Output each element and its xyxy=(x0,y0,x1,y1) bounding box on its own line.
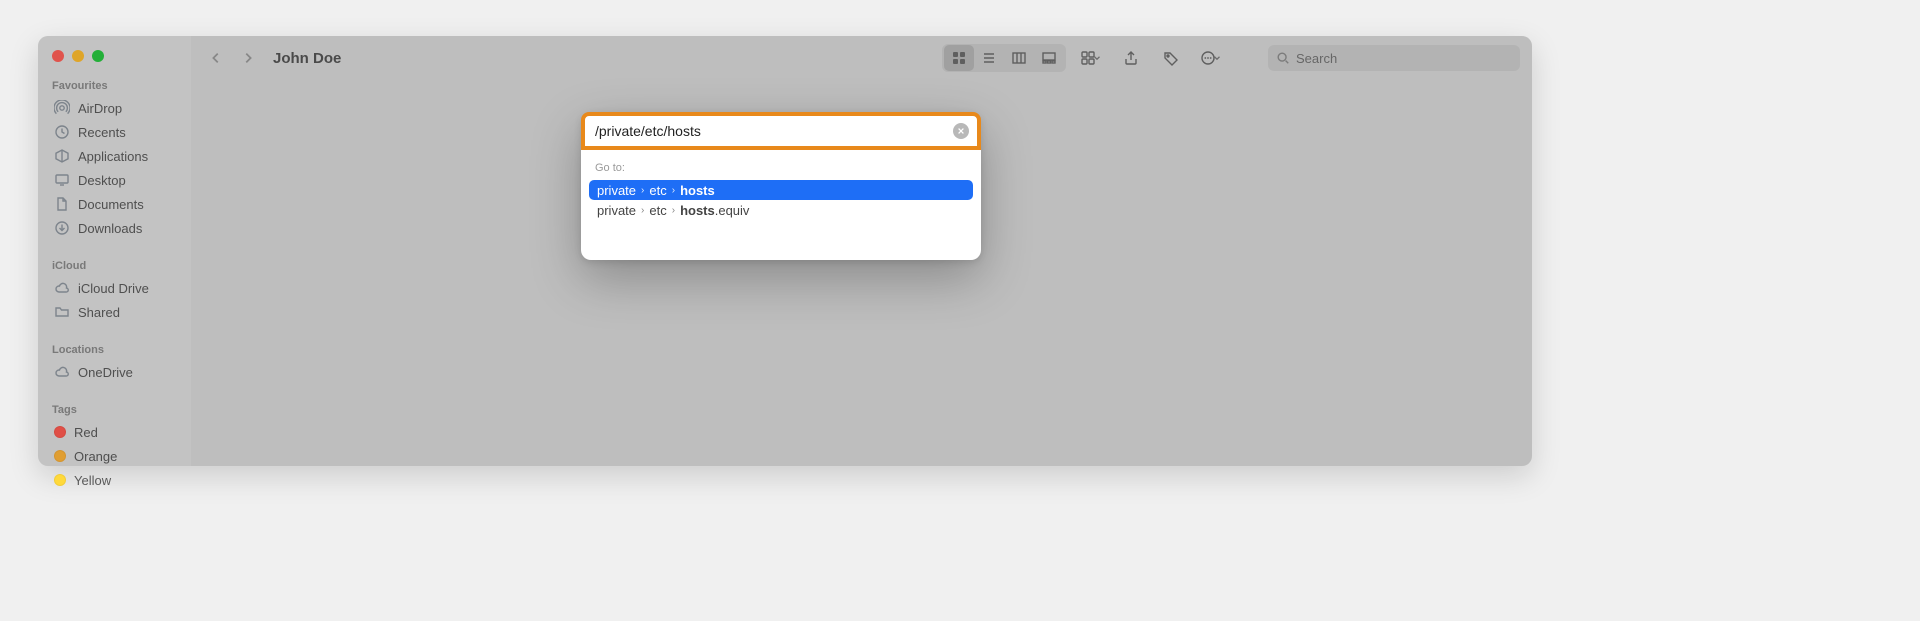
path-match: hosts xyxy=(680,183,715,198)
view-icons-button[interactable] xyxy=(944,45,974,71)
sidebar-item-label: Shared xyxy=(78,305,120,320)
go-to-result-row[interactable]: private › etc › hosts.equiv xyxy=(589,200,973,220)
go-to-section-label: Go to: xyxy=(589,158,973,180)
sidebar-item-label: Yellow xyxy=(74,473,111,488)
path-segment: private xyxy=(597,183,636,198)
sidebar-item-label: Orange xyxy=(74,449,117,464)
chevron-right-icon: › xyxy=(672,185,675,196)
sidebar-item-recents[interactable]: Recents xyxy=(50,120,181,144)
sidebar-item-applications[interactable]: Applications xyxy=(50,144,181,168)
chevron-right-icon: › xyxy=(672,205,675,216)
sidebar-section-locations: Locations xyxy=(52,344,181,356)
sidebar-section-favourites: Favourites xyxy=(52,80,181,92)
window-traffic-lights xyxy=(52,50,181,62)
chevron-right-icon: › xyxy=(641,205,644,216)
tag-dot-icon xyxy=(54,450,66,462)
sidebar-item-downloads[interactable]: Downloads xyxy=(50,216,181,240)
path-segment: private xyxy=(597,203,636,218)
sidebar-tag-red[interactable]: Red xyxy=(50,420,181,444)
forward-button[interactable] xyxy=(237,47,259,69)
action-menu-button[interactable] xyxy=(1196,45,1226,71)
tag-dot-icon xyxy=(54,426,66,438)
clear-input-button[interactable] xyxy=(953,123,969,139)
sidebar-item-label: Red xyxy=(74,425,98,440)
chevron-right-icon: › xyxy=(641,185,644,196)
path-match: hosts.equiv xyxy=(680,203,749,218)
close-window-button[interactable] xyxy=(52,50,64,62)
tags-button[interactable] xyxy=(1156,45,1186,71)
path-segment: etc xyxy=(649,183,666,198)
sidebar-item-label: Applications xyxy=(78,149,148,164)
folder-icon xyxy=(54,304,70,320)
go-to-path-input[interactable] xyxy=(595,123,945,139)
minimize-window-button[interactable] xyxy=(72,50,84,62)
sidebar-item-documents[interactable]: Documents xyxy=(50,192,181,216)
share-button[interactable] xyxy=(1116,45,1146,71)
tag-dot-icon xyxy=(54,474,66,486)
path-segment: etc xyxy=(649,203,666,218)
sidebar-item-label: Recents xyxy=(78,125,126,140)
view-switcher xyxy=(942,44,1066,72)
view-gallery-button[interactable] xyxy=(1034,45,1064,71)
view-columns-button[interactable] xyxy=(1004,45,1034,71)
go-to-input-highlight xyxy=(581,112,981,150)
view-list-button[interactable] xyxy=(974,45,1004,71)
back-button[interactable] xyxy=(205,47,227,69)
group-by-button[interactable] xyxy=(1076,45,1106,71)
search-input[interactable] xyxy=(1296,51,1512,66)
sidebar-section-tags: Tags xyxy=(52,404,181,416)
sidebar-item-label: Downloads xyxy=(78,221,142,236)
sidebar-item-airdrop[interactable]: AirDrop xyxy=(50,96,181,120)
sidebar-item-icloud-drive[interactable]: iCloud Drive xyxy=(50,276,181,300)
go-to-result-row[interactable]: private › etc › hosts xyxy=(589,180,973,200)
sidebar-item-label: iCloud Drive xyxy=(78,281,149,296)
sidebar-section-icloud: iCloud xyxy=(52,260,181,272)
clock-icon xyxy=(54,124,70,140)
window-title: John Doe xyxy=(273,50,341,67)
cloud-icon xyxy=(54,280,70,296)
sidebar-item-label: Documents xyxy=(78,197,144,212)
search-icon xyxy=(1276,51,1290,65)
chevron-down-icon xyxy=(1212,53,1222,63)
sidebar-item-shared[interactable]: Shared xyxy=(50,300,181,324)
desktop-icon xyxy=(54,172,70,188)
sidebar-item-label: OneDrive xyxy=(78,365,133,380)
sidebar-item-label: AirDrop xyxy=(78,101,122,116)
go-to-results: Go to: private › etc › hosts private › e… xyxy=(581,150,981,260)
chevron-down-icon xyxy=(1092,53,1102,63)
cloud-outline-icon xyxy=(54,364,70,380)
sidebar: Favourites AirDrop Recents Applications … xyxy=(38,36,191,466)
sidebar-tag-yellow[interactable]: Yellow xyxy=(50,468,181,492)
sidebar-tag-orange[interactable]: Orange xyxy=(50,444,181,468)
search-field[interactable] xyxy=(1268,45,1520,71)
document-icon xyxy=(54,196,70,212)
download-icon xyxy=(54,220,70,236)
go-to-folder-dialog: Go to: private › etc › hosts private › e… xyxy=(581,112,981,260)
airdrop-icon xyxy=(54,100,70,116)
sidebar-item-label: Desktop xyxy=(78,173,126,188)
sidebar-item-desktop[interactable]: Desktop xyxy=(50,168,181,192)
zoom-window-button[interactable] xyxy=(92,50,104,62)
applications-icon xyxy=(54,148,70,164)
sidebar-item-onedrive[interactable]: OneDrive xyxy=(50,360,181,384)
toolbar: John Doe xyxy=(191,36,1532,80)
